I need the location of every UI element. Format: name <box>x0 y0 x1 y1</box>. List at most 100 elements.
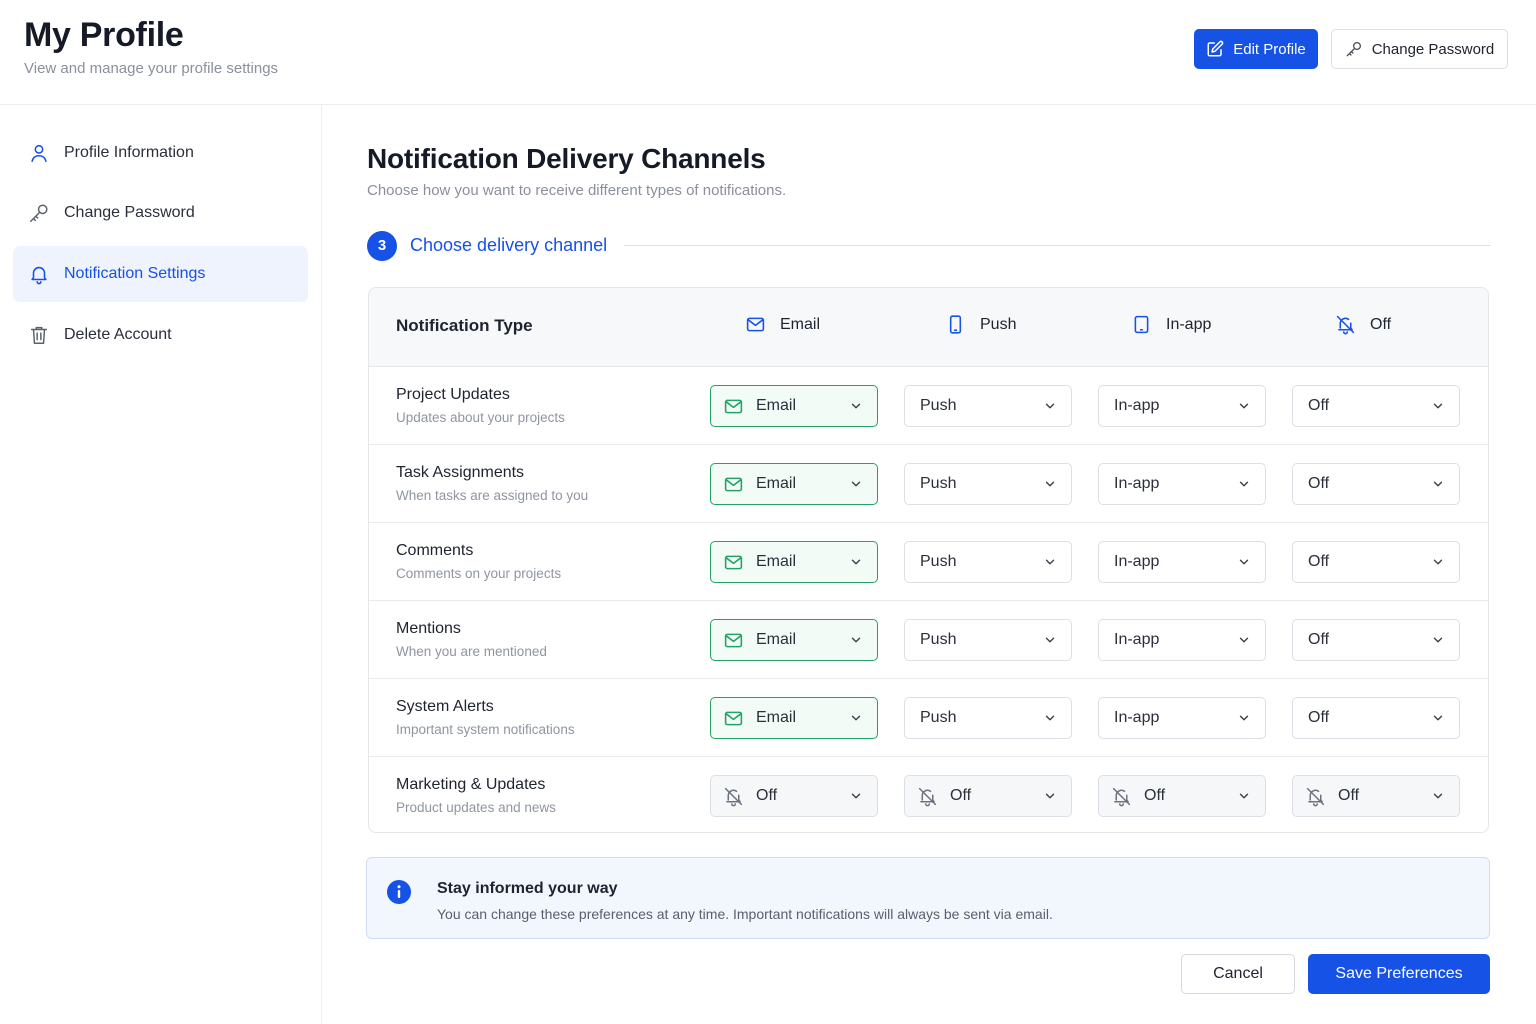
in-app-channel-select[interactable]: In-app <box>1098 541 1266 583</box>
step-number-badge: 3 <box>367 230 397 261</box>
step-label: Choose delivery channel <box>410 235 608 255</box>
sidebar-item-label: Change Password <box>64 204 195 221</box>
chevron-down-icon <box>1043 633 1057 647</box>
select-value: Push <box>920 553 957 570</box>
push-channel-select[interactable]: Push <box>904 463 1072 505</box>
change-password-button[interactable]: Change Password <box>1331 29 1508 69</box>
section-title: Notification Delivery Channels <box>367 143 766 174</box>
change-password-label: Change Password <box>1371 40 1495 58</box>
notification-channels-table: Notification Type Email Push In-app Off … <box>368 287 1489 833</box>
row-title: Mentions <box>396 620 461 637</box>
row-description: When tasks are assigned to you <box>396 488 589 503</box>
off-channel-select[interactable]: Off <box>1292 619 1460 661</box>
step-divider <box>624 245 1491 246</box>
edit-icon <box>1206 40 1224 58</box>
table-row: Mentions When you are mentioned Email Pu… <box>369 601 1488 679</box>
bell-off-icon <box>1305 786 1326 807</box>
select-value: Off <box>756 787 778 804</box>
key-icon <box>28 202 50 224</box>
row-description: Comments on your projects <box>396 566 562 581</box>
row-description: Updates about your projects <box>396 410 565 425</box>
chevron-down-icon <box>1043 477 1057 491</box>
chevron-down-icon <box>1431 789 1445 803</box>
select-value: Off <box>1144 787 1166 804</box>
push-channel-select[interactable]: Push <box>904 541 1072 583</box>
off-channel-select[interactable]: Off <box>1292 775 1460 817</box>
table-row: Project Updates Updates about your proje… <box>369 367 1488 445</box>
mail-icon <box>723 630 744 651</box>
column-header-label: Email <box>780 315 821 333</box>
select-value: Off <box>1308 709 1330 726</box>
row-description: Product updates and news <box>396 800 556 815</box>
chevron-down-icon <box>1431 399 1445 413</box>
in-app-channel-select[interactable]: In-app <box>1098 697 1266 739</box>
off-channel-select[interactable]: Off <box>1292 697 1460 739</box>
select-value: Email <box>756 631 797 648</box>
select-value: In-app <box>1114 631 1160 648</box>
phone-icon <box>945 314 966 335</box>
email-channel-select[interactable]: Email <box>710 541 878 583</box>
push-channel-select[interactable]: Push <box>904 619 1072 661</box>
select-value: Push <box>920 631 957 648</box>
info-title: Stay informed your way <box>437 880 618 897</box>
sidebar-item-notification-settings[interactable]: Notification Settings <box>13 246 308 302</box>
save-preferences-button[interactable]: Save Preferences <box>1308 954 1490 994</box>
select-value: Off <box>1308 553 1330 570</box>
row-description: When you are mentioned <box>396 644 547 659</box>
bell-icon <box>28 263 50 285</box>
bell-off-icon <box>917 786 938 807</box>
email-channel-select[interactable]: Email <box>710 619 878 661</box>
edit-profile-button[interactable]: Edit Profile <box>1194 29 1318 69</box>
chevron-down-icon <box>1237 477 1251 491</box>
select-value: Push <box>920 397 957 414</box>
email-channel-select[interactable]: Email <box>710 697 878 739</box>
column-header-in-app: In-app <box>1131 314 1211 335</box>
in-app-channel-select[interactable]: In-app <box>1098 619 1266 661</box>
column-header-label: Off <box>1370 315 1392 333</box>
key-icon <box>1345 40 1363 58</box>
push-channel-select[interactable]: Push <box>904 385 1072 427</box>
select-value: Off <box>950 787 972 804</box>
push-channel-select[interactable]: Off <box>904 775 1072 817</box>
off-channel-select[interactable]: Off <box>1292 463 1460 505</box>
row-title: Comments <box>396 542 474 559</box>
bell-off-icon <box>1111 786 1132 807</box>
chevron-down-icon <box>1431 555 1445 569</box>
email-channel-select[interactable]: Email <box>710 385 878 427</box>
select-value: Email <box>756 475 797 492</box>
in-app-channel-select[interactable]: In-app <box>1098 463 1266 505</box>
sidebar-item-profile-information[interactable]: Profile Information <box>13 125 308 181</box>
chevron-down-icon <box>1043 399 1057 413</box>
select-value: Off <box>1308 475 1330 492</box>
chevron-down-icon <box>849 633 863 647</box>
email-channel-select[interactable]: Off <box>710 775 878 817</box>
chevron-down-icon <box>849 477 863 491</box>
email-channel-select[interactable]: Email <box>710 463 878 505</box>
select-value: Email <box>756 397 797 414</box>
mail-icon <box>723 396 744 417</box>
table-header: Notification Type Email Push In-app Off <box>369 288 1488 367</box>
in-app-channel-select[interactable]: Off <box>1098 775 1266 817</box>
chevron-down-icon <box>1237 399 1251 413</box>
chevron-down-icon <box>1043 711 1057 725</box>
edit-profile-label: Edit Profile <box>1233 40 1306 58</box>
select-value: Push <box>920 709 957 726</box>
mail-icon <box>723 474 744 495</box>
column-header-email: Email <box>745 314 820 335</box>
table-row: Marketing & Updates Product updates and … <box>369 757 1488 832</box>
select-value: Email <box>756 709 797 726</box>
select-value: In-app <box>1114 553 1160 570</box>
select-value: Push <box>920 475 957 492</box>
table-row: System Alerts Important system notificat… <box>369 679 1488 757</box>
cancel-button[interactable]: Cancel <box>1181 954 1295 994</box>
in-app-channel-select[interactable]: In-app <box>1098 385 1266 427</box>
sidebar-item-delete-account[interactable]: Delete Account <box>13 307 308 363</box>
chevron-down-icon <box>1431 633 1445 647</box>
off-channel-select[interactable]: Off <box>1292 541 1460 583</box>
chevron-down-icon <box>1043 555 1057 569</box>
push-channel-select[interactable]: Push <box>904 697 1072 739</box>
sidebar-item-change-password[interactable]: Change Password <box>13 185 308 241</box>
info-banner: Stay informed your way You can change th… <box>366 857 1490 939</box>
chevron-down-icon <box>1237 633 1251 647</box>
off-channel-select[interactable]: Off <box>1292 385 1460 427</box>
